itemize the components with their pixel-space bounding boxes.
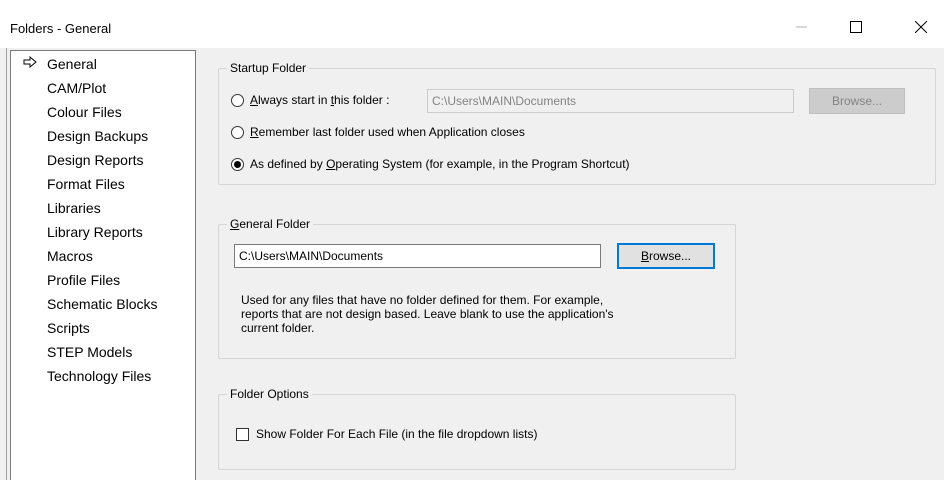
- radio-remember-last[interactable]: Remember last folder used when Applicati…: [231, 125, 525, 139]
- close-button[interactable]: [898, 12, 944, 42]
- general-folder-description: Used for any files that have no folder d…: [241, 293, 614, 335]
- tree-item-technology-files[interactable]: Technology Files: [47, 365, 151, 387]
- startup-folder-title: Startup Folder: [227, 61, 310, 75]
- minimize-button[interactable]: [779, 12, 825, 42]
- selected-arrow-icon: [23, 56, 37, 68]
- tree-item-libraries[interactable]: Libraries: [47, 197, 101, 219]
- tree-item-cam-plot[interactable]: CAM/Plot: [47, 77, 106, 99]
- folder-options-title: Folder Options: [227, 387, 312, 401]
- window-title: Folders - General: [10, 21, 112, 36]
- general-folder-path-input[interactable]: C:\Users\MAIN\Documents: [234, 244, 601, 268]
- radio-always-start-button[interactable]: [231, 93, 244, 107]
- tree-item-step-models[interactable]: STEP Models: [47, 341, 132, 363]
- show-folder-checkbox[interactable]: [236, 427, 249, 441]
- startup-folder-path-input[interactable]: C:\Users\MAIN\Documents: [427, 89, 794, 113]
- radio-os-defined[interactable]: As defined by Operating System (for exam…: [231, 157, 630, 171]
- tree-item-design-reports[interactable]: Design Reports: [47, 149, 144, 171]
- maximize-button[interactable]: [833, 12, 879, 42]
- close-icon: [915, 21, 927, 33]
- tree-item-colour-files[interactable]: Colour Files: [47, 101, 122, 123]
- maximize-icon: [850, 21, 862, 33]
- radio-remember-last-label: Remember last folder used when Applicati…: [250, 125, 525, 139]
- tree-item-general[interactable]: General: [47, 53, 97, 75]
- radio-os-defined-label: As defined by Operating System (for exam…: [250, 157, 630, 171]
- tree-item-scripts[interactable]: Scripts: [47, 317, 90, 339]
- folder-category-tree[interactable]: General CAM/Plot Colour Files Design Bac…: [10, 50, 196, 480]
- radio-always-start[interactable]: Always start in this folder :: [231, 93, 389, 107]
- tree-item-design-backups[interactable]: Design Backups: [47, 125, 148, 147]
- radio-remember-last-button[interactable]: [231, 125, 244, 139]
- show-folder-checkbox-label: Show Folder For Each File (in the file d…: [256, 427, 538, 441]
- radio-always-start-label: Always start in this folder :: [250, 93, 390, 107]
- radio-os-defined-button[interactable]: [231, 157, 244, 171]
- general-browse-button[interactable]: Browse...: [617, 243, 715, 269]
- general-folder-title: General Folder: [227, 217, 314, 231]
- tree-item-macros[interactable]: Macros: [47, 245, 93, 267]
- tree-item-library-reports[interactable]: Library Reports: [47, 221, 143, 243]
- title-bar: Folders - General: [0, 0, 944, 48]
- tree-item-profile-files[interactable]: Profile Files: [47, 269, 120, 291]
- startup-browse-button[interactable]: Browse...: [809, 88, 905, 114]
- tree-item-format-files[interactable]: Format Files: [47, 173, 125, 195]
- tree-item-schematic-blocks[interactable]: Schematic Blocks: [47, 293, 157, 315]
- show-folder-checkbox-row[interactable]: Show Folder For Each File (in the file d…: [236, 427, 537, 441]
- minimize-icon: [796, 26, 807, 28]
